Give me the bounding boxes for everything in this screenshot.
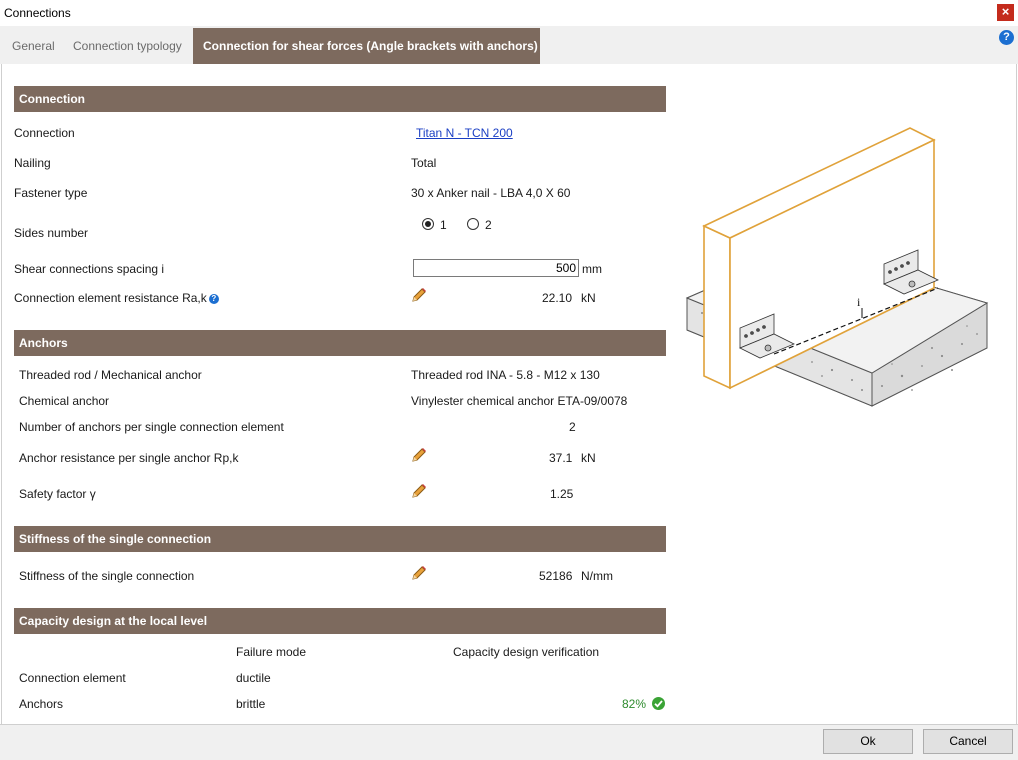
stiffness-value: 52186 — [539, 569, 573, 583]
window-title: Connections — [4, 6, 71, 20]
spacing-input[interactable] — [413, 259, 579, 277]
stiffness-unit: N/mm — [581, 569, 613, 583]
spacing-unit: mm — [582, 262, 602, 276]
help-icon[interactable]: ? — [999, 30, 1014, 45]
edit-pencil-icon[interactable] — [410, 446, 428, 464]
title-bar: Connections × — [0, 0, 1018, 26]
anchor-resistance-unit: kN — [581, 451, 596, 465]
check-icon — [652, 697, 665, 710]
capacity-row-label: Connection element — [19, 671, 126, 685]
anchor-count-label: Number of anchors per single connection … — [19, 420, 284, 434]
info-icon[interactable]: ? — [208, 294, 219, 304]
sides-label: Sides number — [14, 226, 89, 240]
sides-radio-2[interactable] — [467, 218, 479, 230]
fastener-value: 30 x Anker nail - LBA 4,0 X 60 — [411, 186, 571, 200]
capacity-row-label: Anchors — [19, 697, 64, 711]
tab-general[interactable]: General — [6, 28, 61, 64]
capacity-verification-percent: 82% — [622, 697, 647, 711]
tab-shear-connection[interactable]: Connection for shear forces (Angle brack… — [193, 28, 540, 64]
edit-pencil-icon[interactable] — [410, 286, 428, 304]
section-header-anchors: Anchors — [14, 330, 666, 356]
safety-factor-value: 1.25 — [550, 487, 574, 501]
capacity-row-failure: ductile — [236, 671, 271, 685]
connection-resistance-value: 22.10 — [542, 291, 573, 305]
stiffness-label: Stiffness of the single connection — [19, 569, 195, 583]
spacing-label: Shear connections spacing i — [14, 262, 165, 276]
nailing-value: Total — [411, 156, 437, 170]
col-capacity-verification: Capacity design verification — [453, 645, 600, 659]
chemical-label: Chemical anchor — [19, 394, 110, 408]
nailing-label: Nailing — [14, 156, 51, 170]
capacity-row-failure: brittle — [236, 697, 266, 711]
rod-label: Threaded rod / Mechanical anchor — [19, 368, 202, 382]
connection-resistance-label: Connection element resistance Ra,k? — [14, 291, 219, 305]
anchor-resistance-label: Anchor resistance per single anchor Rp,k — [19, 451, 239, 465]
tab-bar: General Connection typology Connection f… — [0, 26, 1018, 64]
ok-button[interactable]: Ok — [823, 729, 913, 754]
anchor-resistance-value: 37.1 — [549, 451, 573, 465]
section-header-capacity: Capacity design at the local level — [14, 608, 666, 634]
connection-label: Connection — [14, 126, 75, 140]
edit-pencil-icon[interactable] — [410, 482, 428, 500]
sides-option-1-label: 1 — [440, 218, 447, 232]
cancel-button[interactable]: Cancel — [923, 729, 1013, 754]
col-failure-mode: Failure mode — [236, 645, 307, 659]
close-button[interactable]: × — [997, 4, 1014, 21]
sides-option-2-label: 2 — [485, 218, 492, 232]
chemical-value: Vinylester chemical anchor ETA-09/0078 — [411, 394, 628, 408]
edit-pencil-icon[interactable] — [410, 564, 428, 582]
dialog-footer: Ok Cancel — [0, 724, 1018, 760]
tab-connection-typology[interactable]: Connection typology — [67, 28, 188, 64]
main-content: Connection Connection Titan N - TCN 200 … — [1, 64, 1017, 724]
connection-illustration: i — [685, 127, 989, 407]
safety-factor-label: Safety factor γ — [19, 487, 96, 501]
connection-resistance-text: Connection element resistance Ra,k — [14, 291, 207, 305]
section-header-connection: Connection — [14, 86, 666, 112]
section-header-stiffness: Stiffness of the single connection — [14, 526, 666, 552]
connection-resistance-unit: kN — [581, 291, 596, 305]
connection-link[interactable]: Titan N - TCN 200 — [416, 126, 513, 140]
fastener-label: Fastener type — [14, 186, 88, 200]
anchor-count-value: 2 — [569, 420, 576, 434]
rod-value: Threaded rod INA - 5.8 - M12 x 130 — [411, 368, 600, 382]
sides-radio-1[interactable] — [422, 218, 434, 230]
